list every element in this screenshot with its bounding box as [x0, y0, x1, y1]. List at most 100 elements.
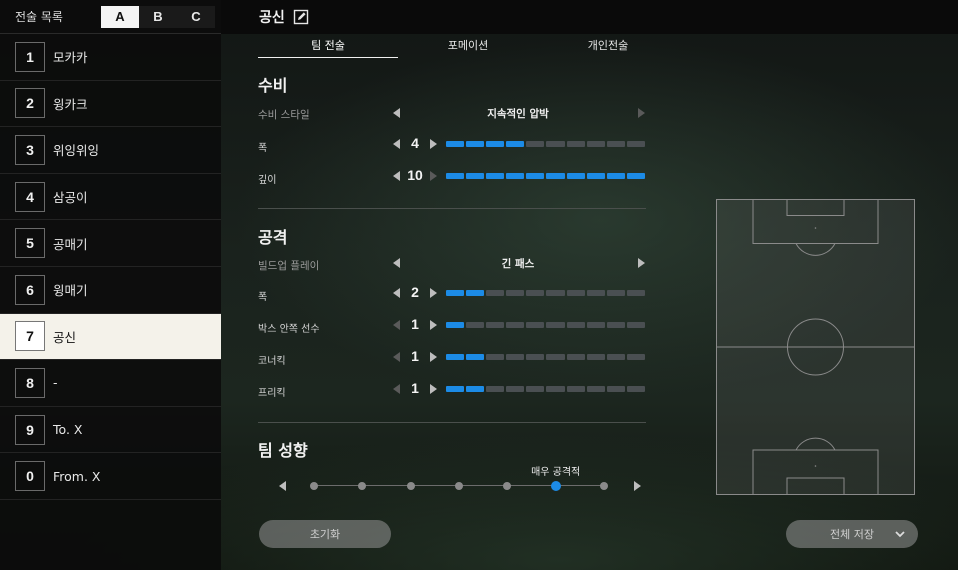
tactic-name: 모카카 — [53, 50, 88, 66]
tactic-item-7[interactable]: 7 공신 — [0, 313, 221, 361]
level-segment — [466, 386, 485, 392]
box-players-decrease-arrow[interactable] — [393, 320, 400, 330]
tactic-number: 4 — [15, 181, 45, 212]
team-tendency-title: 팀 성향 — [258, 441, 308, 460]
tactic-item-4[interactable]: 4 삼공이 — [0, 174, 221, 221]
defense-width-increase-arrow[interactable] — [430, 139, 437, 149]
tab-individual-tactics[interactable]: 개인전술 — [538, 36, 678, 58]
level-segment — [586, 290, 605, 296]
level-segment — [486, 354, 505, 360]
attack-width-decrease-arrow[interactable] — [393, 288, 400, 298]
preset-tab-a[interactable]: A — [101, 5, 139, 28]
corner-kick-bar — [446, 354, 645, 360]
tactic-item-8[interactable]: 8 - — [0, 360, 221, 407]
buildup-play-value: 긴 패스 — [501, 258, 535, 270]
level-segment — [566, 173, 585, 179]
tab-team-tactics[interactable]: 팀 전술 — [258, 36, 398, 58]
box-players-increase-arrow[interactable] — [430, 320, 437, 330]
save-all-button[interactable]: 전체 저장 — [786, 520, 918, 548]
defense-width-value: 4 — [411, 135, 419, 151]
tactic-item-0[interactable]: 0 From. X — [0, 453, 221, 500]
tendency-level-dot[interactable] — [600, 482, 608, 490]
level-segment — [626, 354, 645, 360]
tactic-tabs: 팀 전술 포메이션 개인전술 — [258, 36, 678, 58]
tactic-number: 3 — [15, 134, 45, 165]
corner-kick-value: 1 — [411, 348, 419, 364]
tactic-item-9[interactable]: 9 To. X — [0, 407, 221, 454]
tendency-next-arrow[interactable] — [634, 481, 641, 491]
sidebar-header: 전술 목록 A B C — [0, 0, 221, 34]
tab-formation[interactable]: 포메이션 — [398, 36, 538, 58]
tendency-level-dot[interactable] — [406, 482, 415, 490]
tactic-number: 2 — [15, 88, 45, 119]
level-segment — [546, 141, 565, 147]
corner-kick-increase-arrow[interactable] — [430, 352, 437, 362]
tactic-item-3[interactable]: 3 위잉위잉 — [0, 127, 221, 174]
defense-depth-label: 깊이 — [258, 175, 277, 186]
tactic-number: 0 — [15, 461, 45, 492]
level-segment — [626, 386, 645, 392]
corner-kick-label: 코너킥 — [258, 356, 286, 367]
level-segment — [446, 322, 465, 328]
level-segment — [606, 386, 625, 392]
top-bar: 공신 — [221, 0, 958, 34]
level-segment — [546, 322, 565, 328]
defense-section-title: 수비 — [258, 76, 288, 95]
attack-width-value: 2 — [411, 284, 419, 300]
level-segment — [506, 141, 525, 147]
tendency-level-dot[interactable] — [550, 481, 561, 491]
preset-tab-b[interactable]: B — [139, 5, 177, 28]
level-segment — [566, 141, 585, 147]
buildup-next-arrow[interactable] — [638, 258, 645, 268]
defense-width-decrease-arrow[interactable] — [393, 139, 400, 149]
tactic-name: 윙카크 — [53, 96, 88, 112]
defense-style-next-arrow[interactable] — [638, 108, 645, 118]
level-segment — [506, 173, 525, 179]
tactic-item-2[interactable]: 2 윙카크 — [0, 81, 221, 128]
corner-kick-decrease-arrow[interactable] — [393, 352, 400, 362]
attack-width-increase-arrow[interactable] — [430, 288, 437, 298]
edit-icon[interactable] — [293, 9, 309, 25]
level-segment — [466, 173, 485, 179]
level-segment — [546, 386, 565, 392]
level-segment — [606, 354, 625, 360]
level-segment — [526, 290, 545, 296]
level-segment — [446, 290, 465, 296]
defense-style-prev-arrow[interactable] — [393, 108, 400, 118]
reset-button-label: 초기화 — [309, 528, 341, 541]
tactic-item-1[interactable]: 1 모카카 — [0, 34, 221, 81]
level-segment — [506, 322, 525, 328]
buildup-prev-arrow[interactable] — [393, 258, 400, 268]
tactic-list: 1 모카카 2 윙카크 3 위잉위잉 4 삼공이 5 공매기 6 윙매기 7 공… — [0, 34, 221, 500]
free-kick-label: 프리킥 — [258, 388, 286, 399]
tactic-item-6[interactable]: 6 윙매기 — [0, 267, 221, 314]
level-segment — [626, 141, 645, 147]
level-segment — [566, 290, 585, 296]
preset-tab-c[interactable]: C — [177, 5, 215, 28]
level-segment — [446, 141, 465, 147]
level-segment — [606, 141, 625, 147]
defense-depth-decrease-arrow[interactable] — [393, 171, 400, 181]
free-kick-increase-arrow[interactable] — [430, 384, 437, 394]
level-segment — [486, 386, 505, 392]
level-segment — [466, 290, 485, 296]
level-segment — [586, 141, 605, 147]
tactic-item-5[interactable]: 5 공매기 — [0, 220, 221, 267]
tactic-name: 삼공이 — [53, 190, 88, 206]
tactic-number: 8 — [15, 367, 45, 398]
tactic-name: To. X — [53, 422, 83, 438]
reset-button[interactable]: 초기화 — [259, 520, 391, 548]
defense-depth-increase-arrow[interactable] — [430, 171, 437, 181]
tactics-sidebar: 전술 목록 A B C 1 모카카 2 윙카크 3 위잉위잉 4 삼공이 5 공… — [0, 0, 221, 570]
tendency-level-dot[interactable] — [455, 482, 463, 490]
section-divider — [258, 208, 646, 209]
buildup-play-label: 빌드업 플레이 — [258, 260, 320, 272]
tendency-prev-arrow[interactable] — [279, 481, 286, 491]
level-segment — [606, 322, 625, 328]
free-kick-decrease-arrow[interactable] — [393, 384, 400, 394]
defense-width-label: 폭 — [258, 143, 268, 154]
tendency-level-dot[interactable] — [310, 482, 318, 490]
level-segment — [506, 354, 525, 360]
level-segment — [486, 173, 505, 179]
attack-width-label: 폭 — [258, 292, 268, 303]
